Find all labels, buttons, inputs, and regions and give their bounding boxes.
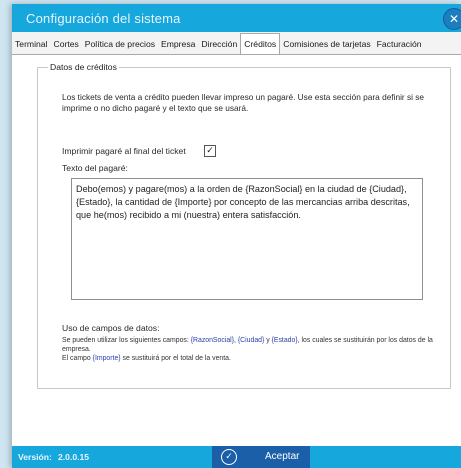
field-razon-social: {RazonSocial} — [190, 337, 234, 344]
tab-creditos[interactable]: Créditos — [240, 33, 281, 54]
fields-usage-title: Uso de campos de datos: — [62, 323, 160, 333]
title-bar: Configuración del sistema ✕ — [12, 4, 461, 32]
version-label: Versión: — [18, 452, 52, 462]
description-text: Los tickets de venta a crédito pueden ll… — [62, 92, 425, 113]
window-title: Configuración del sistema — [26, 11, 181, 26]
settings-window: Configuración del sistema ✕ Terminal Cort… — [12, 4, 461, 468]
promissory-text-area[interactable]: Debo(emos) y pagare(mos) a la orden de {… — [71, 178, 423, 300]
tab-facturacion[interactable]: Facturación — [374, 36, 425, 53]
tab-terminal[interactable]: Terminal — [12, 36, 50, 53]
tab-comisiones-de-tarjetas[interactable]: Comisiones de tarjetas — [280, 36, 373, 53]
version-value: 2.0.0.15 — [58, 452, 90, 462]
tab-cortes[interactable]: Cortes — [50, 36, 81, 53]
tab-empresa[interactable]: Empresa — [158, 36, 198, 53]
field-ciudad: {Ciudad} — [237, 337, 265, 344]
check-circle-icon: ✓ — [221, 449, 237, 465]
tab-bar: Terminal Cortes Política de precios Empresa… — [12, 32, 461, 55]
fields-usage-text: Se pueden utilizar los siguientes campos… — [62, 336, 437, 363]
close-icon[interactable]: ✕ — [443, 8, 461, 30]
credit-data-group: Datos de créditos Los tickets de venta a… — [37, 62, 451, 389]
promissory-text-label: Texto del pagaré: — [62, 163, 128, 173]
footer-bar: Versión: 2.0.0.15 ✓ Aceptar — [12, 446, 461, 468]
fields-separator-2: y — [264, 337, 272, 344]
tab-direccion[interactable]: Dirección — [198, 36, 240, 53]
accept-button[interactable]: ✓ Aceptar — [212, 446, 310, 468]
print-promissory-checkbox[interactable]: ✓ — [204, 145, 216, 157]
accept-button-label: Aceptar — [265, 451, 300, 462]
fields-line2-pre: El campo — [62, 355, 93, 362]
fields-line2-post: se sustituirá por el total de la venta. — [120, 355, 231, 362]
print-promissory-label: Imprimir pagaré al final del ticket — [62, 146, 186, 156]
fields-line1-pre: Se pueden utilizar los siguientes campos… — [62, 337, 191, 344]
field-estado: {Estado} — [271, 337, 298, 344]
tab-politica-de-precios[interactable]: Política de precios — [82, 36, 158, 53]
field-importe: {Importe} — [92, 355, 121, 362]
group-title: Datos de créditos — [48, 62, 119, 72]
